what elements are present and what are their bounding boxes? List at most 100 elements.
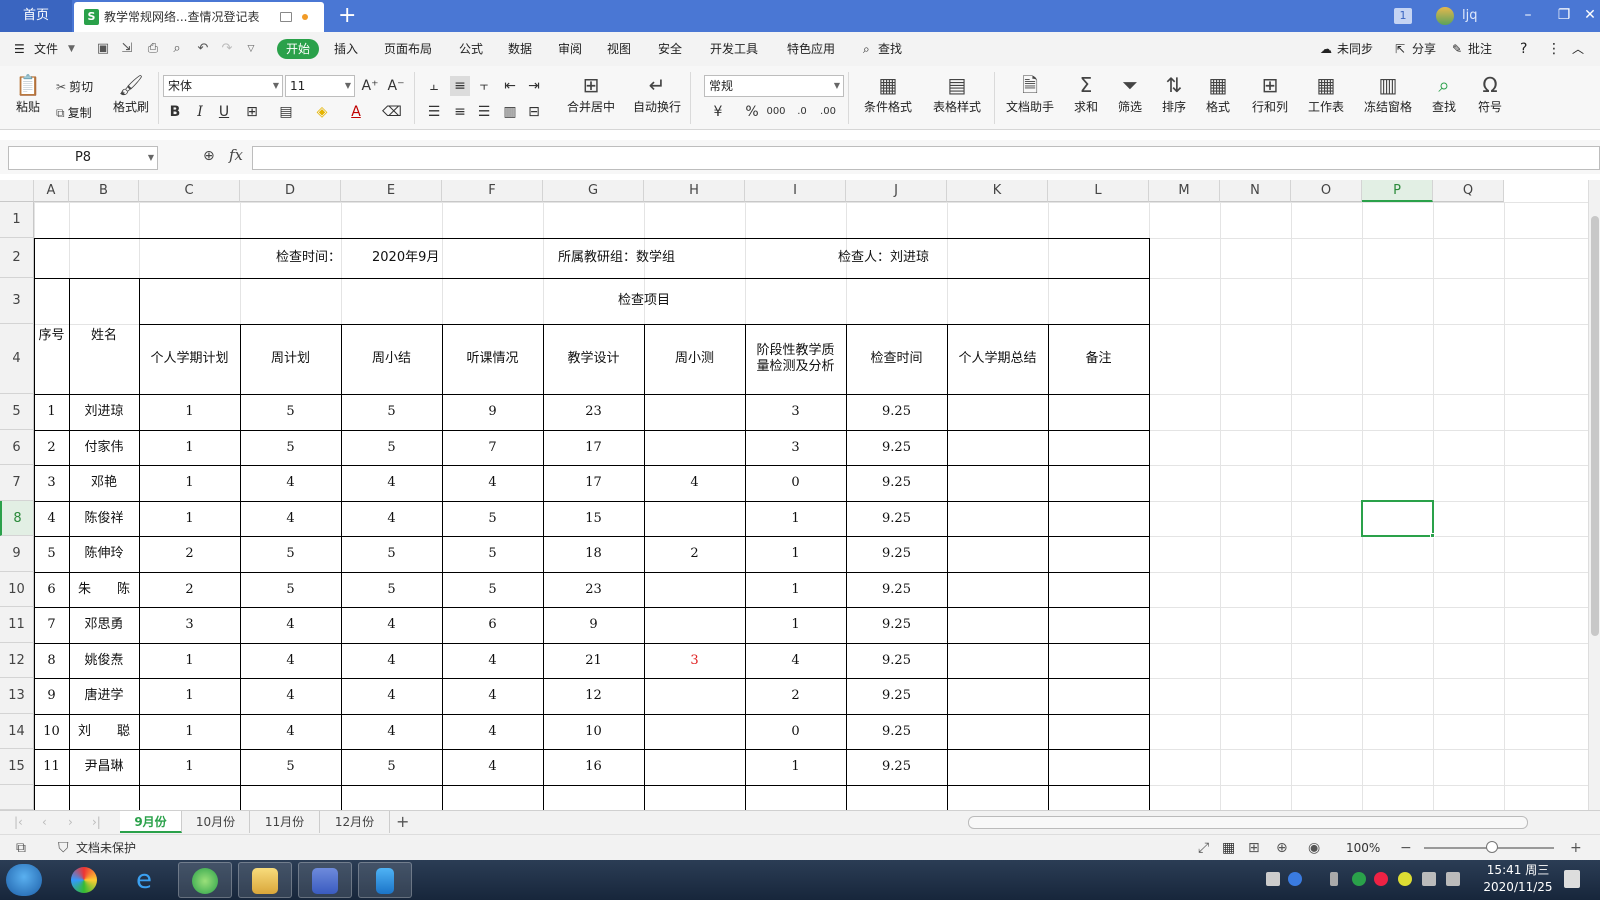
print-preview-icon[interactable]: ⌕ — [170, 42, 184, 56]
cell-time[interactable]: 9.25 — [846, 536, 947, 572]
cell-seq[interactable]: 11 — [34, 749, 69, 785]
row-header-11[interactable]: 11 — [0, 607, 34, 643]
cell-name[interactable]: 付家伟 — [69, 430, 139, 465]
menu-tab-features[interactable]: 特色应用 — [787, 32, 835, 66]
cell-weekly[interactable]: 4 — [240, 607, 341, 643]
cell-plan[interactable]: 1 — [139, 749, 240, 785]
cell-stage[interactable]: 3 — [745, 394, 846, 430]
row-header-3[interactable]: 3 — [0, 278, 34, 324]
row-header-15[interactable]: 15 — [0, 749, 34, 785]
zoom-out-icon[interactable]: − — [1400, 839, 1412, 857]
cell-lecture[interactable]: 7 — [442, 430, 543, 465]
cell-stage[interactable]: 1 — [745, 536, 846, 572]
cell-plan[interactable]: 1 — [139, 678, 240, 714]
row-header-4[interactable]: 4 — [0, 324, 34, 394]
horizontal-scrollbar[interactable] — [968, 816, 1528, 829]
cell-semester-summary[interactable] — [947, 465, 1048, 501]
cell-design[interactable]: 17 — [543, 465, 644, 501]
formula-input[interactable] — [252, 146, 1600, 170]
cell-design[interactable]: 9 — [543, 607, 644, 643]
menu-tab-review[interactable]: 审阅 — [558, 32, 582, 66]
new-tab-button[interactable]: + — [338, 3, 356, 29]
cell-weekly[interactable]: 4 — [240, 501, 341, 536]
cell-time[interactable]: 9.25 — [846, 430, 947, 465]
cell-design[interactable]: 17 — [543, 430, 644, 465]
format-painter-button[interactable]: 🖌 格式刷 — [108, 72, 154, 116]
cell-lecture[interactable]: 4 — [442, 749, 543, 785]
cell-quiz[interactable]: 2 — [644, 536, 745, 572]
cell-stage[interactable]: 0 — [745, 465, 846, 501]
notification-icon[interactable] — [1564, 870, 1580, 888]
cell-weekly[interactable]: 4 — [240, 465, 341, 501]
currency-icon[interactable]: ¥ — [708, 102, 728, 122]
cell-seq[interactable]: 5 — [34, 536, 69, 572]
cell-plan[interactable]: 1 — [139, 643, 240, 678]
fullscreen-icon[interactable]: ⤢ — [1198, 839, 1209, 857]
zoom-slider-handle[interactable] — [1486, 841, 1498, 853]
redo-icon[interactable]: ↷ — [220, 42, 234, 56]
cell-summary[interactable]: 4 — [341, 465, 442, 501]
conditional-format-button[interactable]: ▦ 条件格式 — [858, 72, 918, 116]
cell-name[interactable]: 陈伸玲 — [69, 536, 139, 572]
cell-design[interactable]: 12 — [543, 678, 644, 714]
row-header-8[interactable]: 8 — [0, 501, 34, 536]
cell-seq[interactable]: 8 — [34, 643, 69, 678]
row-header-13[interactable]: 13 — [0, 678, 34, 714]
volume-icon[interactable] — [1446, 872, 1460, 886]
app-tray-icon[interactable] — [1374, 872, 1388, 886]
cell-seq[interactable]: 1 — [34, 394, 69, 430]
header-item-5[interactable]: 周小测 — [644, 324, 745, 394]
cell-lecture[interactable]: 4 — [442, 678, 543, 714]
cell-summary[interactable]: 5 — [341, 536, 442, 572]
cell-plan[interactable]: 2 — [139, 536, 240, 572]
row-col-button[interactable]: ⊞ 行和列 — [1246, 72, 1294, 116]
prev-sheet-icon[interactable]: ‹ — [42, 811, 47, 833]
sheet-tab-december[interactable]: 12月份 — [320, 811, 390, 833]
info-row[interactable]: 检查时间： 2020年9月 所属教研组：数学组 检查人：刘进琼 — [34, 238, 1149, 278]
sync-tray-icon[interactable] — [1352, 872, 1366, 886]
sync-status[interactable]: 未同步 — [1337, 32, 1373, 66]
italic-icon[interactable]: I — [190, 102, 210, 122]
cell-stage[interactable]: 1 — [745, 749, 846, 785]
align-left-icon[interactable]: ☰ — [424, 102, 444, 122]
menu-search[interactable]: 查找 — [878, 32, 902, 66]
paste-button[interactable]: 📋 粘贴 — [10, 72, 46, 116]
cell-name[interactable]: 刘进琼 — [69, 394, 139, 430]
cell-remark[interactable] — [1048, 643, 1149, 678]
share-icon[interactable]: ⇱ — [1395, 32, 1405, 66]
cell-name[interactable]: 尹昌琳 — [69, 749, 139, 785]
cell-design[interactable]: 15 — [543, 501, 644, 536]
cell-stage[interactable]: 1 — [745, 501, 846, 536]
cell-seq[interactable]: 7 — [34, 607, 69, 643]
header-item-9[interactable]: 备注 — [1048, 324, 1149, 394]
cell-weekly[interactable]: 5 — [240, 749, 341, 785]
menu-tab-home[interactable]: 开始 — [277, 39, 319, 59]
cell-summary[interactable]: 5 — [341, 430, 442, 465]
cell-time[interactable]: 9.25 — [846, 678, 947, 714]
cell-time[interactable]: 9.25 — [846, 714, 947, 749]
row-header-14[interactable]: 14 — [0, 714, 34, 749]
more-icon[interactable]: ⋮ — [1547, 32, 1561, 66]
column-header-c[interactable]: C — [139, 180, 240, 202]
last-sheet-icon[interactable]: ›| — [92, 811, 101, 833]
cell-stage[interactable]: 4 — [745, 643, 846, 678]
cell-quiz[interactable]: 3 — [644, 643, 745, 678]
bold-icon[interactable]: B — [165, 102, 185, 122]
cell-lecture[interactable]: 4 — [442, 643, 543, 678]
document-icon[interactable]: ⧉ — [16, 839, 26, 857]
cell-name[interactable]: 朱 陈 — [69, 572, 139, 607]
cell-weekly[interactable]: 4 — [240, 678, 341, 714]
undo-icon[interactable]: ↶ — [196, 42, 210, 56]
normal-view-icon[interactable]: ▦ — [1222, 839, 1235, 857]
taskbar-app-green[interactable] — [178, 862, 232, 898]
row-header-9[interactable]: 9 — [0, 536, 34, 572]
cell-remark[interactable] — [1048, 572, 1149, 607]
clock[interactable]: 15:41 周三 2020/11/25 — [1478, 862, 1558, 896]
column-header-j[interactable]: J — [846, 180, 947, 202]
cell-quiz[interactable] — [644, 749, 745, 785]
comment-button[interactable]: 批注 — [1468, 32, 1492, 66]
header-seq[interactable]: 序号 — [34, 278, 69, 394]
tab-document[interactable]: S 教学常规网络...查情况登记表 — [74, 2, 324, 32]
sort-button[interactable]: ⇅ 排序 — [1156, 72, 1192, 116]
taskbar-app-wps[interactable] — [298, 862, 352, 898]
